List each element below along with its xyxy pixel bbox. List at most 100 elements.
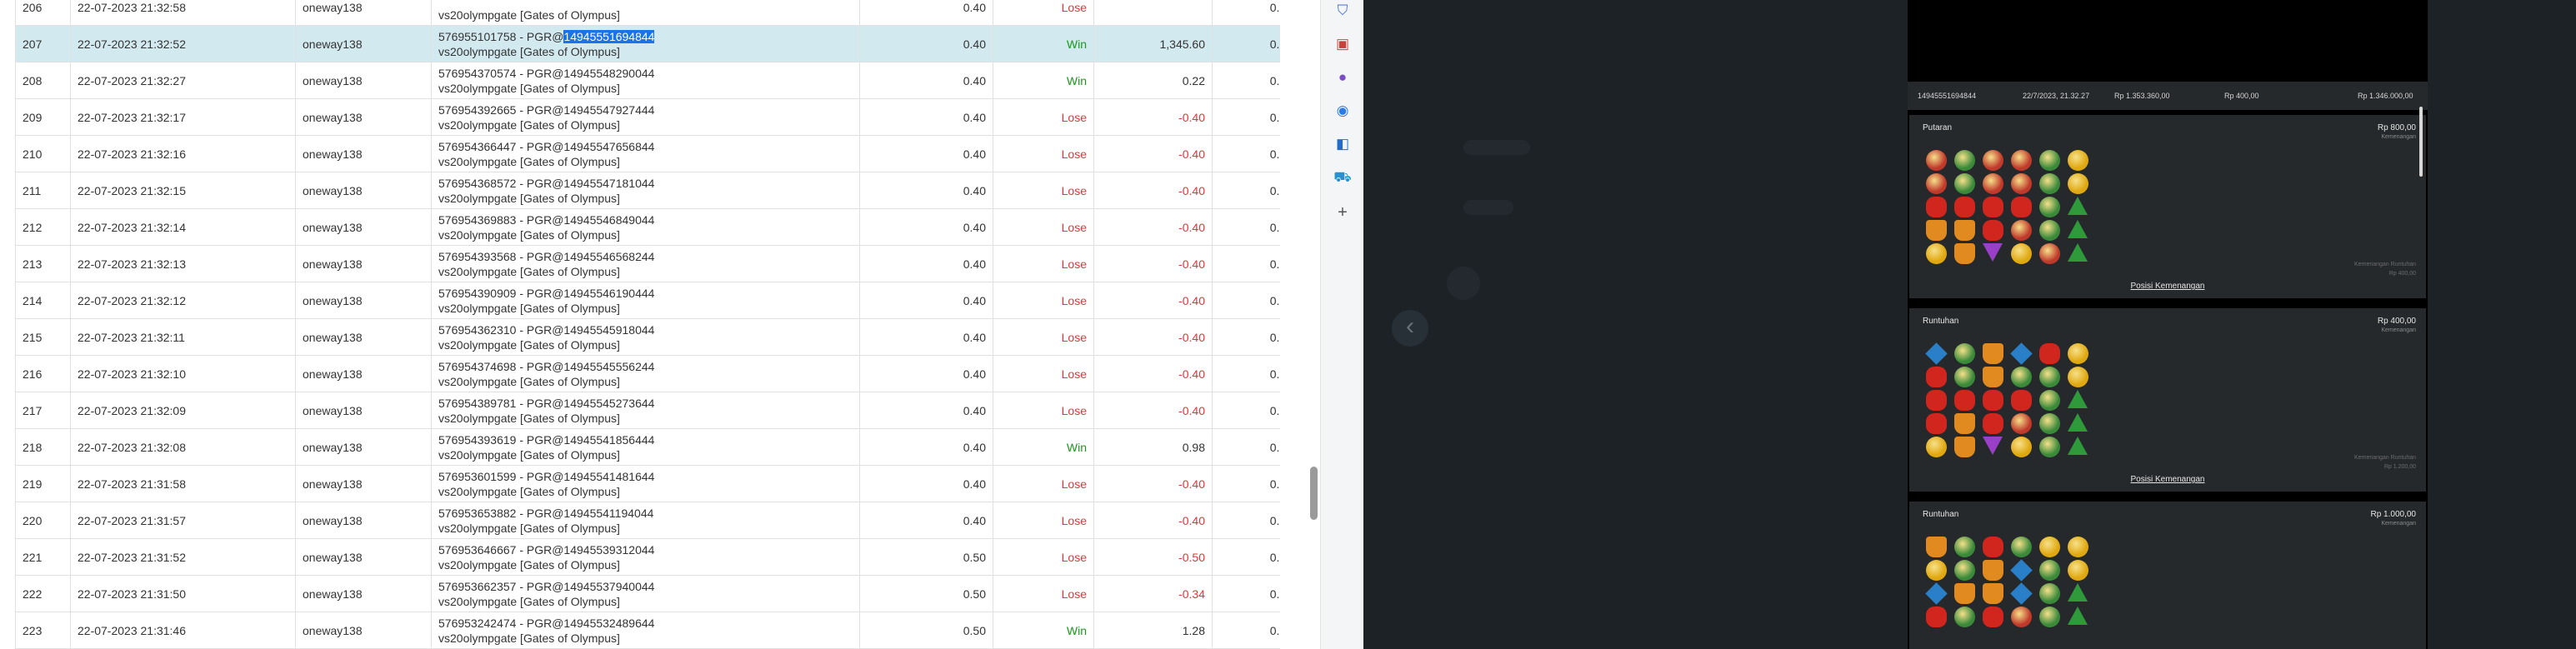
table-row[interactable]: 219 22-07-2023 21:31:58 oneway138 576953601… [15,465,1280,502]
table-row[interactable]: 211 22-07-2023 21:32:15 oneway138 576954368… [15,172,1280,209]
meta-value: Rp 1.200,00 [2383,464,2416,470]
symbol-icon [1954,437,1975,457]
table-row[interactable]: 210 22-07-2023 21:32:16 oneway138 576954366… [15,135,1280,172]
table-row[interactable]: 215 22-07-2023 21:32:11 oneway138 576954362… [15,318,1280,356]
history-scrollbar[interactable] [2419,107,2423,177]
bet-cell: 0.40 [859,135,993,172]
symbol-icon [1926,560,1947,581]
back-arrow-button[interactable]: ‹ [1392,310,1428,347]
symbol-icon [1983,390,2003,411]
symbol-icon [2068,173,2088,194]
bet-cell: 0.50 [859,575,993,612]
reference-prefix: 576955101758 - PGR@ [438,29,564,43]
date-cell: 22-07-2023 21:32:12 [70,282,296,319]
game-name: vs20olympgate [Gates of Olympus] [438,81,620,95]
balance-total: Rp 1.353.360,00 [2114,92,2170,100]
add-icon[interactable]: + [1333,203,1352,222]
bet-history-panel: 206 22-07-2023 21:32:58 oneway138 vs20olymp… [0,0,1280,649]
winloss-cell: 0.98 [1093,428,1213,466]
people-icon[interactable]: ● [1333,68,1352,87]
reference-id: 576953646667 - PGR@14945539312044 [438,542,655,557]
table-scrollbar-track[interactable] [1307,0,1320,649]
symbol-icon [1954,537,1975,557]
table-row[interactable]: 222 22-07-2023 21:31:50 oneway138 576953662… [15,575,1280,612]
copilot-icon[interactable]: ◉ [1333,102,1352,120]
round-amount: Rp 400,00 [2377,317,2416,326]
date-cell: 22-07-2023 21:32:14 [70,208,296,246]
table-row[interactable]: 207 22-07-2023 21:32:52 oneway138 576955101… [15,25,1280,62]
symbol-icon [1954,197,1975,217]
table-row[interactable]: 217 22-07-2023 21:32:09 oneway138 576954389… [15,392,1280,429]
row-number: 215 [15,318,71,356]
table-row[interactable]: 223 22-07-2023 21:31:46 oneway138 576953242… [15,612,1280,649]
round-date: 22/7/2023, 21.32.27 [2023,92,2090,100]
result-cell: Lose [993,465,1094,502]
toolbox-icon[interactable]: ▣ [1333,35,1352,53]
winloss-cell: -0.40 [1093,465,1213,502]
symbol-icon [1954,390,1975,411]
username-cell: oneway138 [295,25,432,62]
history-header: 14945551694844 22/7/2023, 21.32.27 Rp 1.… [1908,82,2428,110]
reference-id: 576954368572 - PGR@14945547181044 [438,176,655,190]
table-row[interactable]: 213 22-07-2023 21:32:13 oneway138 576954393… [15,245,1280,282]
win-position-link[interactable]: Posisi Kemenangan [1909,282,2426,291]
meta-label: Kemenangan Runtuhan [2354,262,2416,267]
bet-cell: 0.40 [859,25,993,62]
symbol-icon [2011,150,2032,171]
symbol-icon [1983,173,2003,194]
symbol-icon [1983,437,2003,455]
table-row[interactable]: 216 22-07-2023 21:32:10 oneway138 576954374… [15,355,1280,392]
symbol-icon [2068,150,2088,171]
username-cell: oneway138 [295,612,432,649]
game-history-panel: 14945551694844 22/7/2023, 21.32.27 Rp 1.… [1908,0,2428,649]
date-cell: 22-07-2023 21:32:58 [70,0,296,26]
row-number: 212 [15,208,71,246]
username-cell: oneway138 [295,392,432,429]
reference-highlight: 14945551694844 [563,29,655,43]
table-row[interactable]: 208 22-07-2023 21:32:27 oneway138 576954370… [15,62,1280,99]
winloss-cell: 1,345.60 [1093,25,1213,62]
reference-cell: 576954362310 - PGR@14945545918044 vs20oly… [431,318,860,356]
symbol-icon [2039,413,2060,434]
symbol-icon [1926,537,1947,557]
table-row[interactable]: 218 22-07-2023 21:32:08 oneway138 576954393… [15,428,1280,466]
extra-cell: 0.00 [1212,25,1280,62]
reference-cell: 576954390909 - PGR@14945546190444 vs20oly… [431,282,860,319]
table-row[interactable]: 212 22-07-2023 21:32:14 oneway138 576954369… [15,208,1280,246]
bet-cell: 0.40 [859,245,993,282]
table-row[interactable]: 206 22-07-2023 21:32:58 oneway138 vs20olymp… [15,0,1280,26]
game-name: vs20olympgate [Gates of Olympus] [438,447,620,462]
winloss-cell: -0.40 [1093,172,1213,209]
date-cell: 22-07-2023 21:32:16 [70,135,296,172]
round-title: Runtuhan [1923,510,1959,519]
table-row[interactable]: 209 22-07-2023 21:32:17 oneway138 576954392… [15,98,1280,136]
bet-cell: 0.40 [859,62,993,99]
game-name: vs20olympgate [Gates of Olympus] [438,521,620,535]
tag-icon[interactable]: ⛉ [1333,2,1352,20]
game-name: vs20olympgate [Gates of Olympus] [438,411,620,425]
win-position-link[interactable]: Posisi Kemenangan [1909,475,2426,484]
symbol-icon [2039,150,2060,171]
reference-id: 576954370574 - PGR@14945548290044 [438,66,655,80]
username-cell: oneway138 [295,98,432,136]
username-cell: oneway138 [295,575,432,612]
outlook-icon[interactable]: ◧ [1333,135,1352,153]
table-row[interactable]: 220 22-07-2023 21:31:57 oneway138 576953653… [15,502,1280,539]
table-scrollbar-thumb[interactable] [1310,467,1318,520]
bet-cell: 0.40 [859,392,993,429]
symbol-icon [1954,243,1975,264]
extra-cell: 0.00 [1212,98,1280,136]
extra-cell: 0.00 [1212,62,1280,99]
table-row[interactable]: 221 22-07-2023 21:31:52 oneway138 576953646… [15,538,1280,576]
username-cell: oneway138 [295,538,432,576]
extra-cell: 0.00 [1212,208,1280,246]
result-cell: Lose [993,135,1094,172]
table-row[interactable]: 214 22-07-2023 21:32:12 oneway138 576954390… [15,282,1280,319]
symbol-icon [1983,537,2003,557]
result-cell: Lose [993,502,1094,539]
winloss-cell: -0.40 [1093,135,1213,172]
symbol-icon [2039,583,2060,604]
row-number: 222 [15,575,71,612]
cart-icon[interactable]: ⛟ [1333,168,1352,187]
date-cell: 22-07-2023 21:31:46 [70,612,296,649]
